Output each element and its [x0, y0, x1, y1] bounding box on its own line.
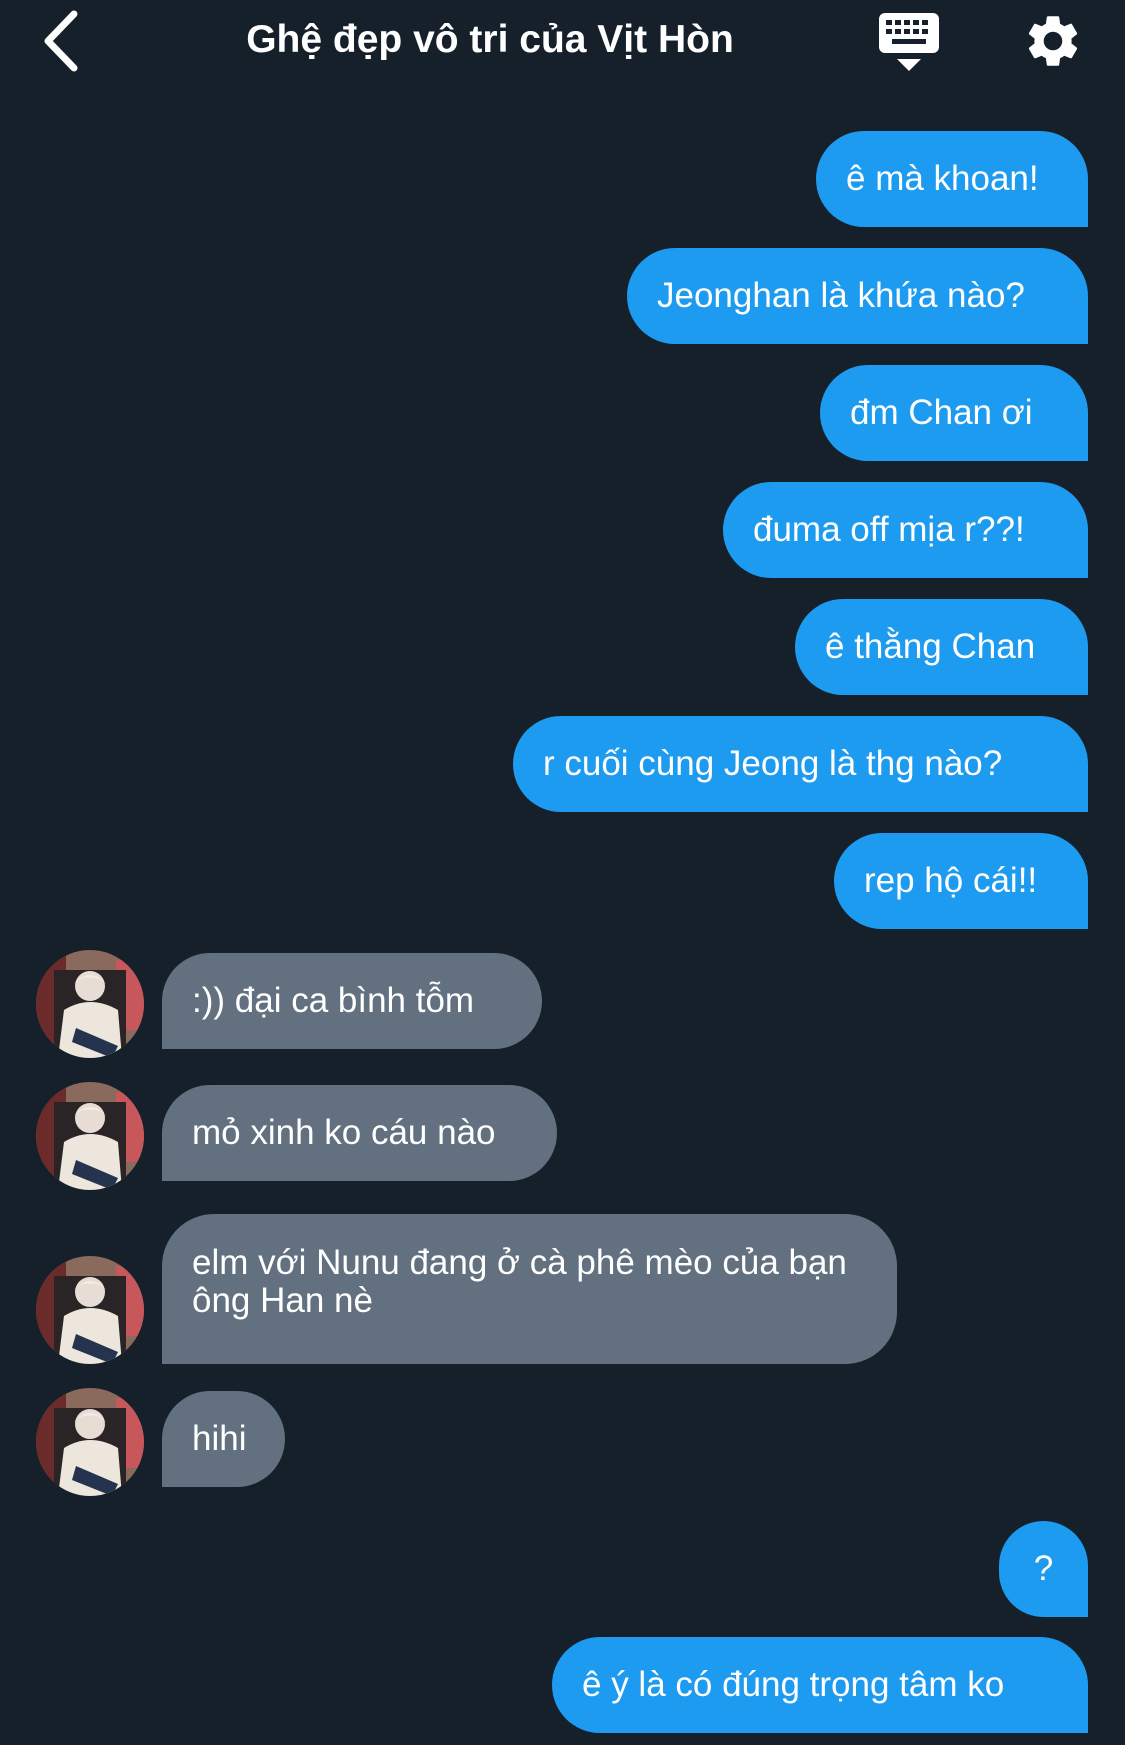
message-text: hihi — [192, 1419, 247, 1458]
outgoing-message[interactable]: r cuối cùng Jeong là thg nào? — [513, 716, 1088, 812]
message-text: rep hộ cái!! — [864, 861, 1038, 900]
chat-title: Ghệ đẹp vô tri của Vịt Hòn — [246, 18, 734, 61]
message-text: elm với Nunu đang ở cà phê mèo của bạn ô… — [192, 1243, 847, 1320]
outgoing-message[interactable]: ê ý là có đúng trọng tâm ko — [552, 1637, 1088, 1733]
message-text: :)) đại ca bình tỗm — [192, 981, 475, 1020]
incoming-message[interactable]: elm với Nunu đang ở cà phê mèo của bạn ô… — [162, 1214, 897, 1364]
keyboard-button[interactable] — [875, 10, 943, 76]
outgoing-message[interactable]: ê thằng Chan — [795, 599, 1088, 695]
incoming-message[interactable]: hihi — [162, 1391, 285, 1487]
avatar[interactable] — [36, 950, 144, 1058]
avatar-photo — [36, 950, 144, 1058]
avatar-photo — [36, 1256, 144, 1364]
avatar[interactable] — [36, 1256, 144, 1364]
message-text: r cuối cùng Jeong là thg nào? — [543, 744, 1003, 783]
settings-button[interactable] — [1022, 10, 1084, 72]
outgoing-message[interactable]: đm Chan ơi — [820, 365, 1088, 461]
message-text: ? — [1033, 1549, 1054, 1588]
avatar-photo — [36, 1388, 144, 1496]
message-text: ê ý là có đúng trọng tâm ko — [582, 1665, 1005, 1704]
avatar-photo — [36, 1082, 144, 1190]
outgoing-message[interactable]: Jeonghan là khứa nào? — [627, 248, 1088, 344]
gear-icon — [1028, 16, 1078, 66]
outgoing-message[interactable]: ? — [999, 1521, 1088, 1617]
incoming-message[interactable]: :)) đại ca bình tỗm — [162, 953, 542, 1049]
message-text: ê mà khoan! — [846, 159, 1039, 198]
chat-header: Ghệ đẹp vô tri của Vịt Hòn — [0, 0, 1125, 85]
outgoing-message[interactable]: rep hộ cái!! — [834, 833, 1088, 929]
chevron-left-icon — [44, 10, 78, 72]
message-text: đm Chan ơi — [850, 393, 1033, 432]
avatar[interactable] — [36, 1388, 144, 1496]
outgoing-message[interactable]: đuma off mịa r??! — [723, 482, 1088, 578]
outgoing-message[interactable]: ê mà khoan! — [816, 131, 1088, 227]
avatar[interactable] — [36, 1082, 144, 1190]
keyboard-icon — [879, 13, 939, 71]
message-text: mỏ xinh ko cáu nào — [192, 1113, 496, 1152]
message-text: ê thằng Chan — [825, 627, 1036, 666]
back-button[interactable] — [40, 8, 90, 74]
message-text: Jeonghan là khứa nào? — [657, 276, 1025, 315]
message-text: đuma off mịa r??! — [753, 510, 1025, 549]
incoming-message[interactable]: mỏ xinh ko cáu nào — [162, 1085, 557, 1181]
